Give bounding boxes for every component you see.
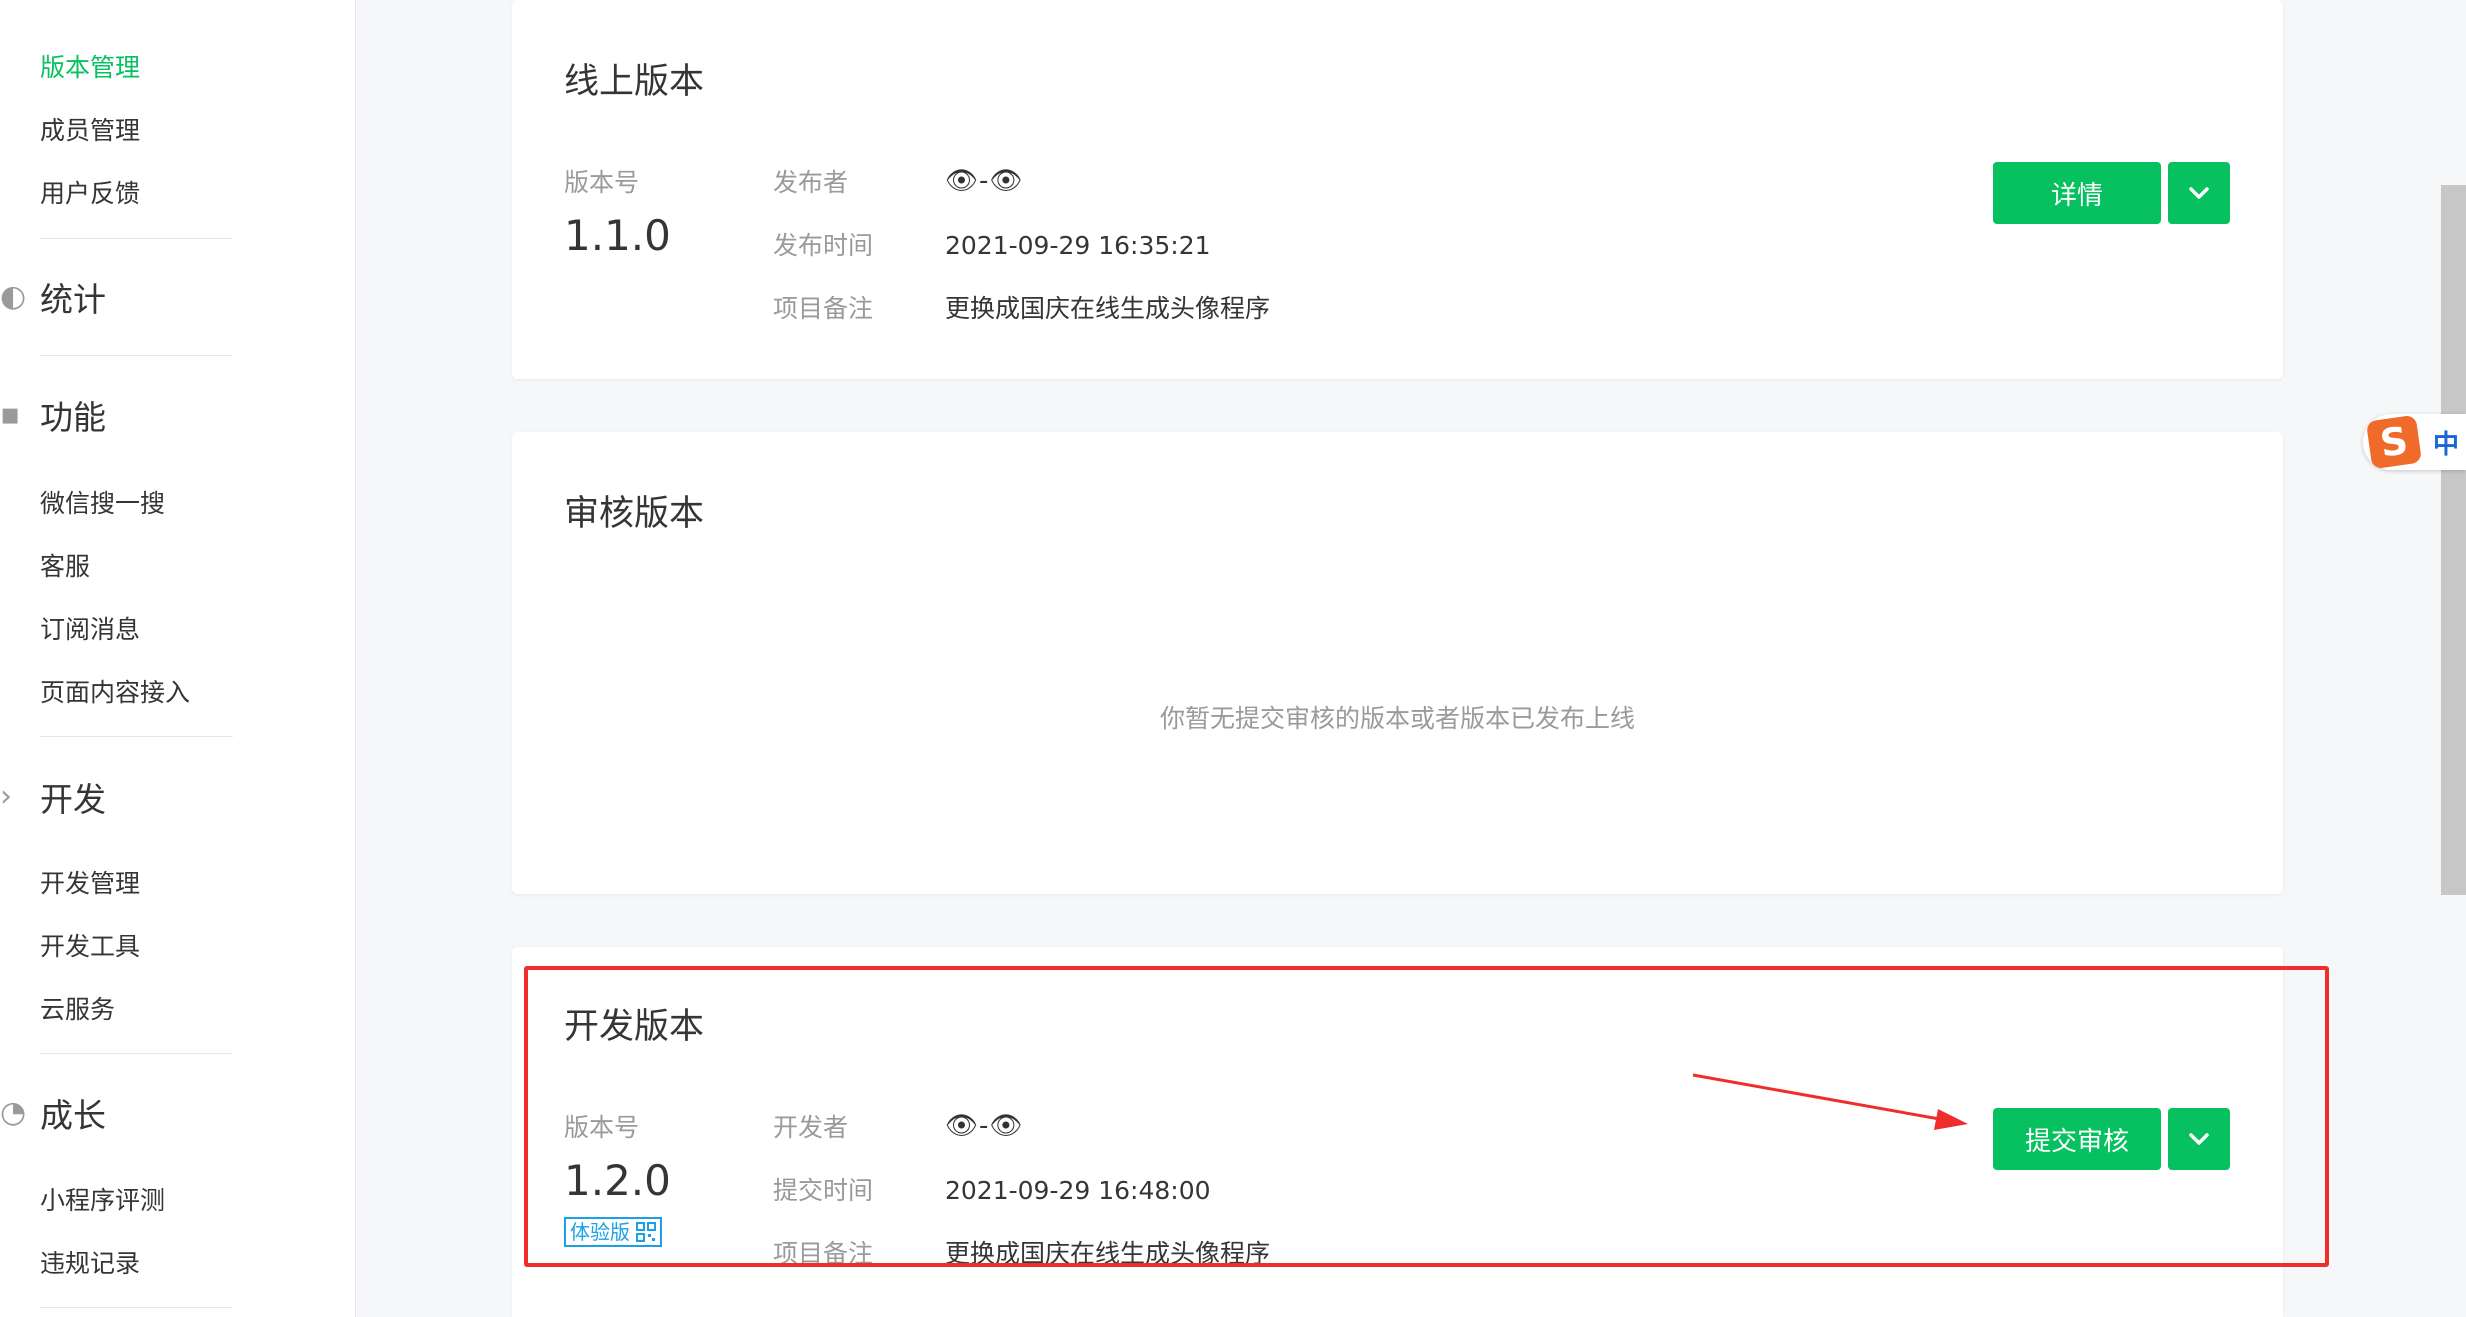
sidebar-item-evaluation[interactable]: 小程序评测 [40,1188,165,1213]
stats-icon: ◐ [0,279,27,314]
ime-logo-icon: S [2365,414,2423,470]
publisher-name: 👁-👁 [945,166,1024,196]
develop-icon: › [0,779,12,814]
publish-time-label: 发布时间 [773,231,874,260]
sidebar-item-dev-tools[interactable]: 开发工具 [40,934,140,959]
submit-review-button[interactable]: 提交审核 [1993,1108,2161,1170]
publisher-label: 发布者 [773,168,849,197]
sidebar-item-user-feedback[interactable]: 用户反馈 [40,181,140,206]
chevron-down-icon [2189,1133,2209,1145]
sidebar-item-subscribe-message[interactable]: 订阅消息 [40,617,140,642]
note-label: 项目备注 [773,294,874,323]
sidebar-item-member-management[interactable]: 成员管理 [40,118,140,143]
function-icon: ▪ [0,397,21,432]
detail-button[interactable]: 详情 [1993,162,2161,224]
sidebar-item-cloud-service[interactable]: 云服务 [40,997,115,1022]
online-version-title: 线上版本 [564,62,705,102]
ime-mode[interactable]: 中 [2433,424,2459,461]
scrollbar[interactable] [2441,185,2466,895]
divider [40,1307,233,1308]
chevron-down-icon [2189,187,2209,199]
section-growth[interactable]: 成长 [40,1099,106,1132]
divider [40,736,233,737]
note-label: 项目备注 [773,1239,874,1268]
online-more-dropdown[interactable] [2168,162,2230,224]
note: 更换成国庆在线生成头像程序 [945,294,1271,323]
developer-name: 👁-👁 [945,1111,1024,1141]
section-function[interactable]: 功能 [40,401,106,434]
sidebar-item-customer-service[interactable]: 客服 [40,554,90,579]
sidebar-item-wechat-search[interactable]: 微信搜一搜 [40,491,165,516]
section-stats[interactable]: 统计 [40,283,106,316]
trial-badge[interactable]: 体验版 [564,1217,662,1247]
divider [40,355,233,356]
trial-badge-label: 体验版 [570,1220,630,1244]
publish-time: 2021-09-29 16:35:21 [945,231,1211,260]
dev-more-dropdown[interactable] [2168,1108,2230,1170]
sidebar: 版本管理 成员管理 用户反馈 ◐ 统计 ▪ 功能 微信搜一搜 客服 订阅消息 页… [0,0,356,1317]
review-version-title: 审核版本 [564,494,705,534]
qrcode-icon [636,1222,656,1242]
sidebar-item-version-management[interactable]: 版本管理 [40,55,140,80]
sidebar-item-page-content[interactable]: 页面内容接入 [40,680,190,705]
sidebar-item-violations[interactable]: 违规记录 [40,1251,140,1276]
dev-version-title: 开发版本 [564,1007,705,1047]
note: 更换成国庆在线生成头像程序 [945,1239,1271,1268]
ime-toolbar[interactable]: S 中 [2363,414,2466,470]
growth-icon: ◔ [0,1095,27,1130]
submit-time: 2021-09-29 16:48:00 [945,1176,1211,1205]
dev-version-card: 开发版本 版本号 1.2.0 体验版 开发者 👁-👁 提交时间 2021-09-… [512,947,2283,1317]
section-develop[interactable]: 开发 [40,783,106,816]
version-label: 版本号 [564,1113,640,1142]
divider [40,1053,233,1054]
submit-time-label: 提交时间 [773,1176,874,1205]
sidebar-item-dev-management[interactable]: 开发管理 [40,871,140,896]
review-version-card: 审核版本 你暂无提交审核的版本或者版本已发布上线 [512,432,2283,894]
version-label: 版本号 [564,168,640,197]
review-empty-text: 你暂无提交审核的版本或者版本已发布上线 [1159,704,1635,733]
version-number: 1.2.0 [564,1156,671,1205]
divider [40,238,233,239]
online-version-card: 线上版本 版本号 1.1.0 发布者 👁-👁 发布时间 2021-09-29 1… [512,0,2283,379]
developer-label: 开发者 [773,1113,849,1142]
version-number: 1.1.0 [564,211,671,260]
